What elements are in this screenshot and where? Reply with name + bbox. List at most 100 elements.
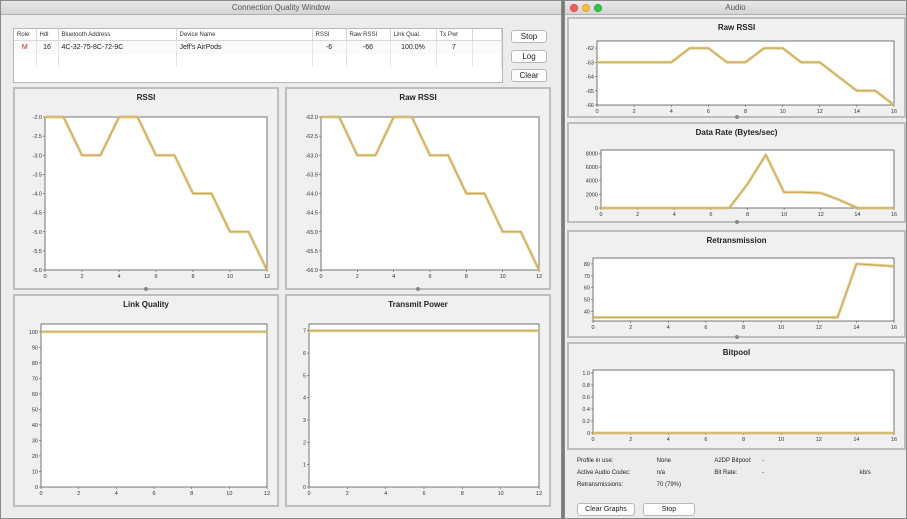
cell-address: 4C-32-75-8C-72-9C [58,40,177,54]
x-tick-label: 16 [891,109,897,115]
y-tick-label: -63 [586,60,594,66]
x-tick-label: 8 [742,325,745,331]
zoom-window-icon[interactable] [594,4,602,12]
info-row-3: Retransmissions: 70 (79%) [577,482,681,488]
y-tick-label: 0.8 [582,383,590,389]
resize-handle[interactable] [734,115,739,119]
minimize-window-icon[interactable] [582,4,590,12]
y-tick-label: 30 [32,438,38,444]
left-window-title: Connection Quality Window [231,3,331,12]
cell-role: M [14,40,37,54]
clear-button[interactable]: Clear [511,69,547,82]
resize-handle[interactable] [734,335,739,339]
info-row-1: Profile in use: None A2DP Bitpool: - [577,458,764,464]
y-tick-label: -3.0 [33,153,42,159]
x-tick-label: 10 [500,274,506,280]
right-titlebar[interactable]: Audio [565,1,906,15]
left-titlebar[interactable]: Connection Quality Window [1,1,561,15]
col-header-hdl[interactable]: Hdl [36,29,59,41]
clear-graphs-button[interactable]: Clear Graphs [577,503,635,516]
audio-raw-rssi-panel: Raw RSSI -62 -63 -64 -65 -66 0 2 4 6 8 10 12 14 16 [567,17,906,119]
x-tick-label: 2 [629,437,632,443]
y-tick-label: 60 [584,286,590,292]
y-tick-label: -62.0 [305,115,318,121]
right-window-title: Audio [725,3,746,12]
bitpool-chart: 0 0.2 0.4 0.6 0.8 1.0 0 2 4 6 8 10 12 14 16 [582,369,897,443]
log-button[interactable]: Log [511,50,547,63]
y-tick-label: -63.5 [305,172,318,178]
y-tick-label: 70 [584,274,590,280]
x-tick-label: 16 [891,212,897,218]
x-tick-label: 0 [319,274,322,280]
transmit-power-graph-panel: Transmit Power 0 1 2 3 4 5 6 7 0 2 4 6 8 10 12 [285,294,551,507]
table-row-empty [14,54,502,67]
connection-table[interactable]: Role Hdl Bluetooth Address Device Name R… [13,28,503,83]
x-tick-label: 0 [307,491,310,497]
link-quality-chart: 0 10 20 30 40 50 60 70 80 90 100 0 2 4 6 8 10 12 [29,323,270,497]
y-tick-label: -6.0 [33,268,42,274]
close-window-icon[interactable] [570,4,578,12]
resize-handle[interactable] [416,287,420,291]
col-header-rssi[interactable]: RSSI [312,29,347,41]
bitpool-value: - [762,458,765,464]
y-tick-label: -62.5 [305,134,318,140]
y-tick-label: -64.5 [305,211,318,217]
y-tick-label: 40 [32,423,38,429]
x-tick-label: 8 [191,274,194,280]
audio-raw-rssi-chart: -62 -63 -64 -65 -660 2 4 6 8 10 12 14 16 [586,40,897,115]
table-row[interactable]: M 16 4C-32-75-8C-72-9C Jeff's AirPods -6… [14,40,502,54]
resize-handle[interactable] [734,220,739,224]
y-tick-label: -65.5 [305,249,318,255]
y-tick-label: 4 [303,396,306,402]
x-tick-label: 4 [115,491,118,497]
plot-area [320,116,540,271]
y-tick-label: -4.5 [33,211,42,217]
x-tick-label: 8 [461,491,464,497]
x-tick-label: 10 [227,274,233,280]
table-header-row: Role Hdl Bluetooth Address Device Name R… [14,29,502,41]
y-tick-label: 6000 [586,165,598,171]
x-tick-label: 6 [704,325,707,331]
x-tick-label: 14 [854,212,860,218]
cell-raw-rssi: -66 [346,40,391,54]
y-tick-label: 0.4 [582,407,590,413]
y-tick-label: 3 [303,418,306,424]
y-tick-label: -66 [586,103,594,109]
y-tick-label: -4.0 [33,192,42,198]
x-tick-label: 4 [673,212,676,218]
resize-handle[interactable] [144,287,148,291]
y-tick-label: 1 [303,463,306,469]
cell-rssi: -6 [312,40,347,54]
x-tick-label: 14 [854,109,860,115]
x-tick-label: 0 [43,274,46,280]
x-tick-label: 12 [817,109,823,115]
bitrate-label: Bit Rate: [714,470,738,476]
x-tick-label: 4 [384,491,387,497]
stop-button[interactable]: Stop [511,30,547,43]
col-header-raw-rssi[interactable]: Raw RSSI [346,29,391,41]
y-tick-label: 0 [303,485,306,491]
x-tick-label: 0 [595,109,598,115]
y-tick-label: 90 [32,345,38,351]
data-rate-chart: 0 2000 4000 6000 8000 0 2 4 6 8 10 12 14 16 [586,149,897,218]
retransmission-chart: 40 50 60 70 80 0 2 4 6 8 10 12 14 16 [584,257,897,331]
plot-area [592,369,895,434]
connection-quality-window: Connection Quality Window Role Hdl Bluet… [0,0,562,519]
y-tick-label: 60 [32,392,38,398]
plot-area [596,40,895,106]
col-header-tx-pwr[interactable]: Tx Pwr [436,29,473,41]
x-tick-label: 2 [629,325,632,331]
col-header-device-name[interactable]: Device Name [176,29,313,41]
cell-tx-pwr: 7 [436,40,473,54]
x-tick-label: 0 [599,212,602,218]
x-tick-label: 6 [422,491,425,497]
x-tick-label: 6 [154,274,157,280]
y-tick-label: 0.6 [582,395,590,401]
col-header-role[interactable]: Role [14,29,37,41]
col-header-address[interactable]: Bluetooth Address [58,29,177,41]
col-header-link-qual[interactable]: Link Qual. [390,29,437,41]
audio-window: Audio Raw RSSI -62 -63 -64 -65 -66 0 2 4 6 8 10 12 1… [564,0,907,519]
rssi-chart: -2.0 -2.5 -3.0 -3.5 -4.0 -4.5 -5.0 -5.5 -6.00 2 4 6… [33,115,271,280]
x-tick-label: 10 [781,212,787,218]
audio-stop-button[interactable]: Stop [643,503,695,516]
